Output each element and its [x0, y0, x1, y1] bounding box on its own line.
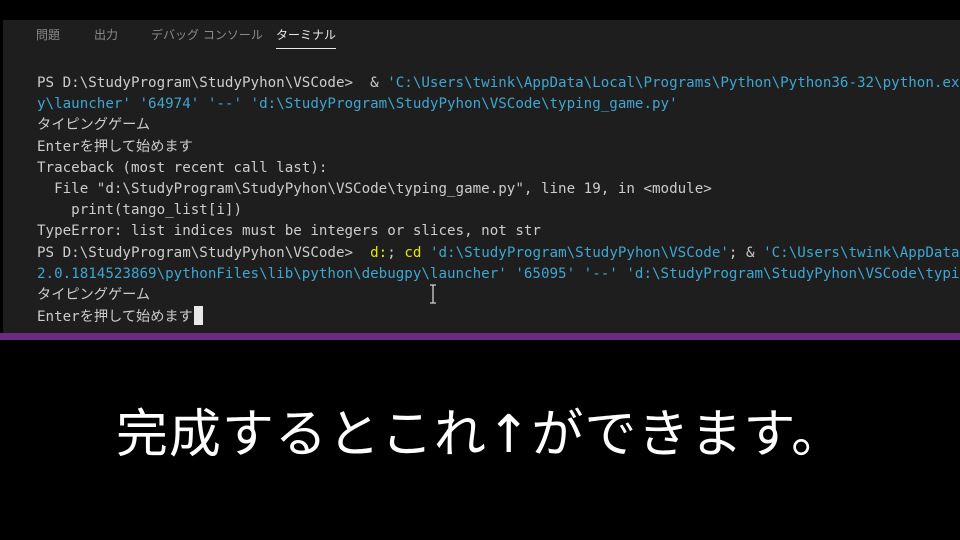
terminal-cursor	[193, 306, 203, 326]
terminal-text: cd	[404, 244, 422, 261]
tab-problems[interactable]: 問題	[36, 27, 60, 43]
terminal-text: File "d:\StudyProgram\StudyPyhon\VSCode\…	[37, 180, 712, 197]
terminal-panel: 問題 出力 デバッグ コンソール ターミナル PS D:\StudyProgra…	[3, 20, 960, 334]
terminal-text: TypeError: list indices must be integers…	[37, 223, 541, 240]
terminal-text: タイピングゲーム	[37, 286, 151, 303]
terminal-text: タイピングゲーム	[37, 117, 151, 134]
terminal-line: PS D:\StudyProgram\StudyPyhon\VSCode> d:…	[37, 243, 960, 264]
terminal-line: 2.0.1814523869\pythonFiles\lib\python\de…	[37, 264, 960, 285]
top-strip	[0, 0, 960, 20]
terminal-text: Traceback (most recent call last):	[37, 159, 328, 176]
text-cursor-icon	[430, 284, 436, 304]
terminal-text: PS D:\StudyProgram\StudyPyhon\VSCode> &	[37, 75, 388, 91]
tab-debug-console[interactable]: デバッグ コンソール	[151, 27, 263, 43]
terminal-text: 'C:\Users\twink\AppData\	[763, 244, 960, 261]
terminal-line: タイピングゲーム	[37, 115, 960, 136]
terminal-text: 'C:\Users\twink\AppData\Local\Programs\P…	[387, 75, 960, 91]
terminal-text: Enterを押して始めます	[37, 138, 193, 155]
terminal-line: print(tango_list[i])	[37, 200, 960, 221]
terminal-line: Traceback (most recent call last):	[37, 158, 960, 179]
terminal-line: File "d:\StudyProgram\StudyPyhon\VSCode\…	[37, 179, 960, 200]
terminal-line: y\launcher' '64974' '--' 'd:\StudyProgra…	[37, 94, 960, 115]
status-bar	[0, 333, 960, 340]
terminal-text: y\launcher' '64974' '--' 'd:\StudyProgra…	[37, 96, 678, 113]
terminal-line: タイピングゲーム	[37, 285, 960, 306]
terminal-line: PS D:\StudyProgram\StudyPyhon\VSCode> & …	[37, 73, 960, 94]
caption-text: 完成するとこれ↑ができます。	[115, 405, 845, 465]
terminal-text: d:	[370, 244, 388, 261]
terminal-line: Enterを押して始めます	[37, 306, 960, 327]
terminal-text: 'd:\StudyProgram\StudyPyhon\VSCode'	[429, 244, 729, 261]
terminal-line: Enterを押して始めます	[37, 137, 960, 158]
terminal-text: ;	[387, 244, 405, 261]
tab-output[interactable]: 出力	[94, 27, 118, 43]
terminal-text: print(tango_list[i])	[37, 202, 242, 219]
terminal-text: ; &	[728, 244, 764, 261]
panel-tabs: 問題 出力 デバッグ コンソール ターミナル	[3, 20, 960, 52]
terminal-line: TypeError: list indices must be integers…	[37, 221, 960, 242]
terminal-output[interactable]: PS D:\StudyProgram\StudyPyhon\VSCode> & …	[37, 73, 960, 327]
terminal-text: Enterを押して始めます	[37, 309, 193, 326]
terminal-text: PS D:\StudyProgram\StudyPyhon\VSCode>	[37, 244, 371, 261]
tab-terminal[interactable]: ターミナル	[276, 27, 337, 49]
terminal-text: 2.0.1814523869\pythonFiles\lib\python\de…	[37, 265, 960, 282]
